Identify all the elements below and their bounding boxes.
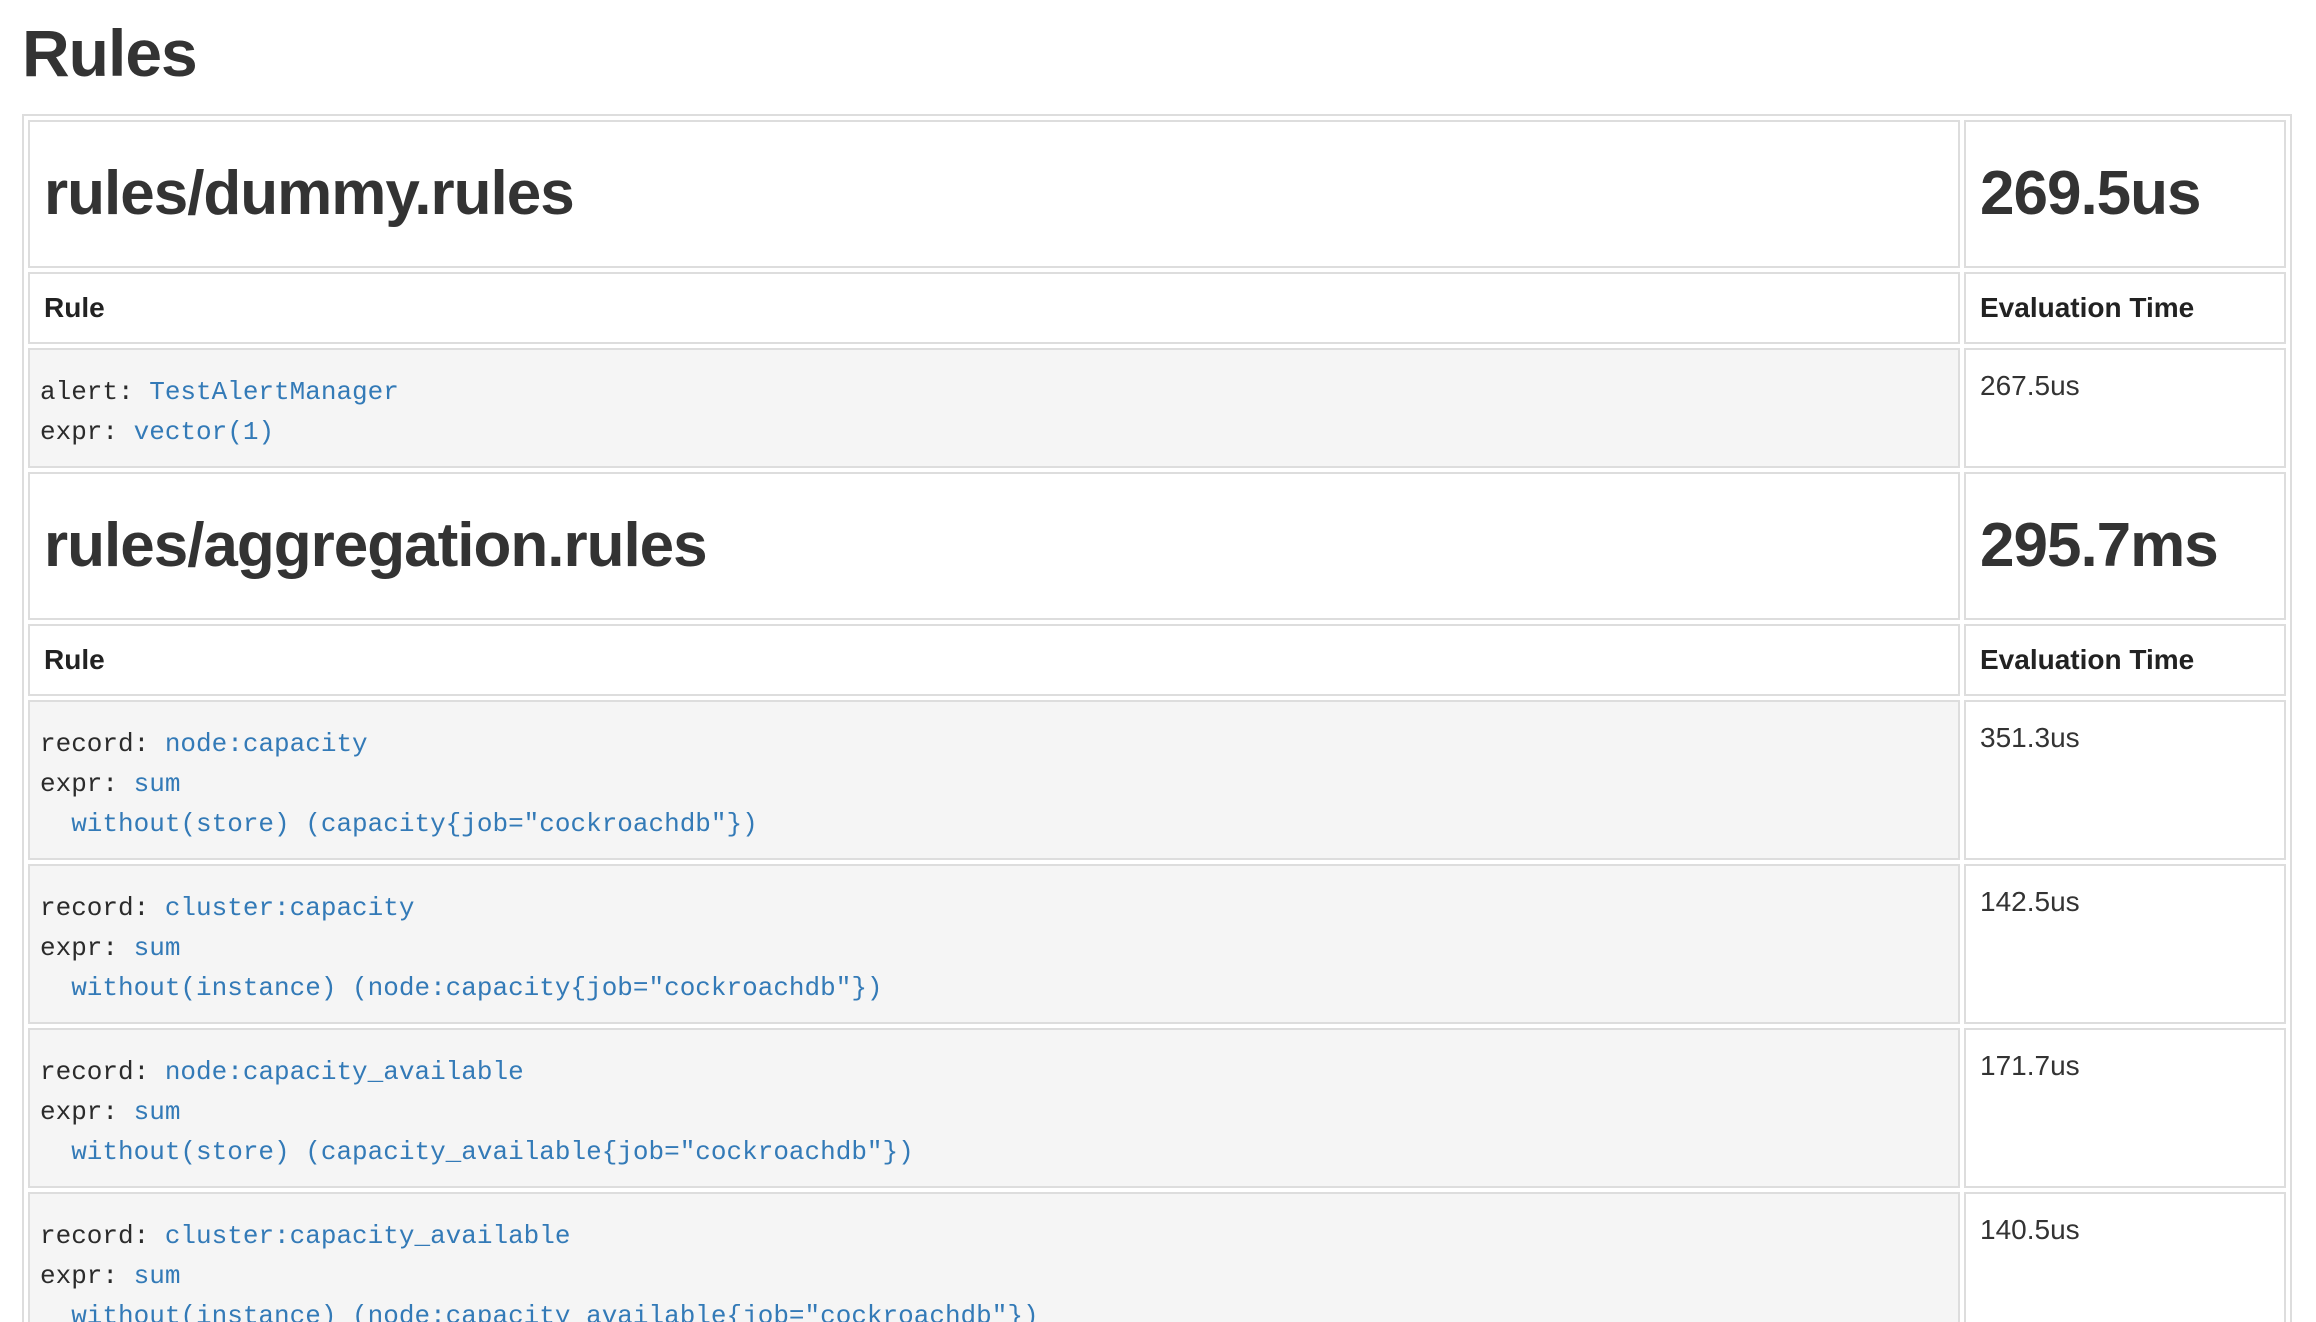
column-header-rule: Rule <box>28 624 1960 696</box>
rule-row: record: cluster:capacity_available expr:… <box>28 1192 2286 1322</box>
rule-group-name-cell: rules/dummy.rules <box>28 120 1960 268</box>
expr-link[interactable]: vector(1) <box>134 417 274 447</box>
column-header-rule: Rule <box>28 272 1960 344</box>
rule-code: record: cluster:capacity_available expr:… <box>40 1216 1948 1322</box>
rule-definition-cell: record: node:capacity expr: sum without(… <box>28 700 1960 860</box>
rule-keyword: alert: <box>40 377 149 407</box>
rule-definition-cell: alert: TestAlertManager expr: vector(1) <box>28 348 1960 468</box>
rule-evaluation-time-cell: 142.5us <box>1964 864 2286 1024</box>
expr-link[interactable]: sum without(store) (capacity_available{j… <box>40 1097 914 1167</box>
rule-keyword: record: <box>40 729 165 759</box>
rule-keyword: expr: <box>40 933 134 963</box>
alert-name-link[interactable]: TestAlertManager <box>149 377 399 407</box>
column-header-row: Rule Evaluation Time <box>28 624 2286 696</box>
rule-evaluation-time-cell: 351.3us <box>1964 700 2286 860</box>
rule-group-name: rules/aggregation.rules <box>44 508 1944 584</box>
rule-keyword: expr: <box>40 1097 134 1127</box>
rule-definition-cell: record: cluster:capacity_available expr:… <box>28 1192 1960 1322</box>
column-header-evaluation-time: Evaluation Time <box>1964 272 2286 344</box>
rule-group-evaluation-time-cell: 295.7ms <box>1964 472 2286 620</box>
rule-group-evaluation-time: 269.5us <box>1980 156 2270 232</box>
rule-group-header-row: rules/dummy.rules 269.5us <box>28 120 2286 268</box>
rule-keyword: record: <box>40 1221 165 1251</box>
rule-evaluation-time: 142.5us <box>1980 886 2080 917</box>
rule-group-name: rules/dummy.rules <box>44 156 1944 232</box>
rule-row: record: node:capacity expr: sum without(… <box>28 700 2286 860</box>
expr-link[interactable]: sum without(instance) (node:capacity_ava… <box>40 1261 1039 1322</box>
rule-code: record: node:capacity_available expr: su… <box>40 1052 1948 1172</box>
rule-evaluation-time: 171.7us <box>1980 1050 2080 1081</box>
record-name-link[interactable]: node:capacity <box>165 729 368 759</box>
rule-code: record: cluster:capacity expr: sum witho… <box>40 888 1948 1008</box>
rule-keyword: expr: <box>40 769 134 799</box>
rule-evaluation-time-cell: 171.7us <box>1964 1028 2286 1188</box>
rule-keyword: record: <box>40 893 165 923</box>
rule-evaluation-time: 140.5us <box>1980 1214 2080 1245</box>
rule-row: alert: TestAlertManager expr: vector(1) … <box>28 348 2286 468</box>
rule-group-evaluation-time: 295.7ms <box>1980 508 2270 584</box>
record-name-link[interactable]: cluster:capacity_available <box>165 1221 571 1251</box>
expr-link[interactable]: sum without(store) (capacity{job="cockro… <box>40 769 758 839</box>
rule-group-evaluation-time-cell: 269.5us <box>1964 120 2286 268</box>
rule-keyword: record: <box>40 1057 165 1087</box>
column-header-row: Rule Evaluation Time <box>28 272 2286 344</box>
expr-link[interactable]: sum without(instance) (node:capacity{job… <box>40 933 883 1003</box>
rule-evaluation-time: 351.3us <box>1980 722 2080 753</box>
rule-group-header-row: rules/aggregation.rules 295.7ms <box>28 472 2286 620</box>
rules-table: rules/dummy.rules 269.5us Rule Evaluatio… <box>22 114 2292 1322</box>
rule-group-name-cell: rules/aggregation.rules <box>28 472 1960 620</box>
rule-code: alert: TestAlertManager expr: vector(1) <box>40 372 1948 452</box>
rule-evaluation-time-cell: 267.5us <box>1964 348 2286 468</box>
rule-evaluation-time: 267.5us <box>1980 370 2080 401</box>
rule-row: record: cluster:capacity expr: sum witho… <box>28 864 2286 1024</box>
rule-evaluation-time-cell: 140.5us <box>1964 1192 2286 1322</box>
column-header-evaluation-time: Evaluation Time <box>1964 624 2286 696</box>
rule-keyword: expr: <box>40 1261 134 1291</box>
page-title: Rules <box>22 16 2292 90</box>
rules-page: Rules rules/dummy.rules 269.5us Rule Eva… <box>22 16 2292 1322</box>
rule-definition-cell: record: cluster:capacity expr: sum witho… <box>28 864 1960 1024</box>
rule-keyword: expr: <box>40 417 134 447</box>
record-name-link[interactable]: node:capacity_available <box>165 1057 524 1087</box>
record-name-link[interactable]: cluster:capacity <box>165 893 415 923</box>
rule-code: record: node:capacity expr: sum without(… <box>40 724 1948 844</box>
rule-row: record: node:capacity_available expr: su… <box>28 1028 2286 1188</box>
rule-definition-cell: record: node:capacity_available expr: su… <box>28 1028 1960 1188</box>
